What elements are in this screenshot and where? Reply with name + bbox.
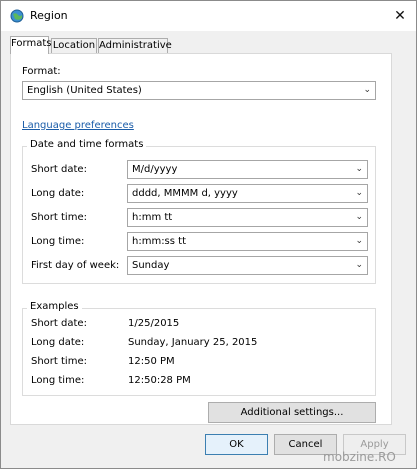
- example-long-time-label: Long time:: [31, 375, 85, 386]
- region-globe-icon: [10, 9, 24, 23]
- long-date-value: dddd, MMMM d, yyyy: [132, 188, 238, 199]
- tab-location[interactable]: Location: [51, 38, 97, 53]
- example-long-time-value: 12:50:28 PM: [128, 375, 191, 386]
- chevron-down-icon: ⌄: [363, 85, 371, 95]
- long-time-value: h:mm:ss tt: [132, 236, 186, 247]
- first-day-select[interactable]: Sunday ⌄: [127, 256, 368, 275]
- examples-title: Examples: [27, 301, 82, 312]
- chevron-down-icon: ⌄: [355, 260, 363, 270]
- first-day-value: Sunday: [132, 260, 170, 271]
- short-date-value: M/d/yyyy: [132, 164, 178, 175]
- long-time-select[interactable]: h:mm:ss tt ⌄: [127, 232, 368, 251]
- first-day-label: First day of week:: [31, 260, 120, 271]
- long-date-label: Long date:: [31, 188, 85, 199]
- short-time-select[interactable]: h:mm tt ⌄: [127, 208, 368, 227]
- example-short-time-value: 12:50 PM: [128, 356, 175, 367]
- example-long-date-label: Long date:: [31, 337, 85, 348]
- chevron-down-icon: ⌄: [355, 236, 363, 246]
- ok-button[interactable]: OK: [205, 434, 268, 455]
- example-short-date-value: 1/25/2015: [128, 318, 180, 329]
- chevron-down-icon: ⌄: [355, 188, 363, 198]
- formats-panel: Format: English (United States) ⌄ Langua…: [10, 53, 392, 425]
- tab-formats[interactable]: Formats: [10, 36, 51, 54]
- short-time-value: h:mm tt: [132, 212, 173, 223]
- long-time-label: Long time:: [31, 236, 85, 247]
- chevron-down-icon: ⌄: [355, 212, 363, 222]
- chevron-down-icon: ⌄: [355, 164, 363, 174]
- title-bar: Region ✕: [1, 1, 416, 31]
- example-long-date-value: Sunday, January 25, 2015: [128, 337, 258, 348]
- long-date-select[interactable]: dddd, MMMM d, yyyy ⌄: [127, 184, 368, 203]
- language-preferences-link[interactable]: Language preferences: [22, 120, 134, 131]
- tab-administrative[interactable]: Administrative: [98, 38, 172, 53]
- date-time-formats-title: Date and time formats: [27, 139, 147, 150]
- region-dialog: Region ✕ Formats Location Administrative…: [0, 0, 417, 469]
- close-icon[interactable]: ✕: [390, 6, 410, 26]
- additional-settings-button[interactable]: Additional settings...: [208, 402, 376, 423]
- format-value: English (United States): [27, 85, 142, 96]
- format-label: Format:: [22, 66, 61, 77]
- watermark-text: mobzine.RO: [323, 450, 396, 464]
- format-select[interactable]: English (United States) ⌄: [22, 81, 376, 100]
- example-short-time-label: Short time:: [31, 356, 87, 367]
- example-short-date-label: Short date:: [31, 318, 87, 329]
- short-date-select[interactable]: M/d/yyyy ⌄: [127, 160, 368, 179]
- window-title: Region: [30, 9, 68, 22]
- short-time-label: Short time:: [31, 212, 87, 223]
- short-date-label: Short date:: [31, 164, 87, 175]
